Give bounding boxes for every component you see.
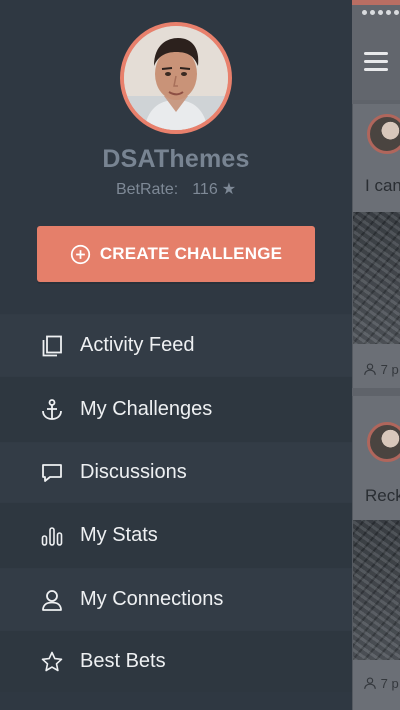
create-challenge-button[interactable]: CREATE CHALLENGE [37,226,315,282]
sidebar-item-my-connections[interactable]: My Connections [0,568,352,630]
user-icon [42,589,62,611]
star-icon [41,651,63,671]
anchor-icon [42,398,62,420]
card-avatar [367,114,400,154]
sidebar-item-label: Best Bets [80,650,166,672]
feed-header [352,0,400,100]
feed-card[interactable]: Reck 7 p [352,396,400,710]
sidebar-drawer: DSAThemes BetRate: 116 ★ CREATE CHALLENGE … [0,0,352,710]
bet-rate: BetRate: 116 ★ [0,179,352,199]
card-footer-text: 7 p [380,676,399,691]
chat-bubble-icon [42,463,62,482]
sidebar-item-my-challenges[interactable]: My Challenges [0,376,352,442]
card-text: Reck [365,486,400,505]
sidebar-item-label: Discussions [80,461,187,483]
sidebar-item-discussions[interactable]: Discussions [0,442,352,502]
status-dots [362,10,400,16]
sidebar-item-label: My Challenges [80,398,213,420]
card-image [353,212,400,344]
bet-rate-label: BetRate: [115,181,179,198]
plus-circle-icon [70,244,90,264]
avatar[interactable] [120,22,232,134]
background-feed: I can 7 p Reck 7 p [352,0,400,710]
user-icon [364,677,376,689]
card-footer-text: 7 p [380,362,399,377]
sidebar-item-label: My Stats [80,524,158,546]
card-footer: 7 p [363,362,399,377]
star-icon: ★ [221,181,237,198]
sidebar-item-my-stats[interactable]: My Stats [0,502,352,568]
feed-header-accent [352,0,400,5]
hamburger-menu-icon[interactable] [364,52,388,72]
user-name: DSAThemes [102,145,250,173]
sidebar-item-label: My Connections [80,588,224,610]
feed-card[interactable]: I can 7 p [352,104,400,388]
sidebar-item-best-bets[interactable]: Best Bets [0,630,352,692]
card-avatar [367,422,400,462]
card-image [353,520,400,660]
card-text: I can [365,176,400,195]
card-footer: 7 p [363,676,399,691]
sidebar-item-label: Activity Feed [80,334,195,356]
sidebar-item-activity-feed[interactable]: Activity Feed [0,314,352,376]
bet-rate-value: 116 [192,181,218,198]
create-challenge-label: CREATE CHALLENGE [99,244,283,263]
sidebar-menu: Activity Feed My Challenges Discussions [0,314,352,692]
user-icon [364,363,376,375]
copy-icon [42,335,62,356]
bar-chart-icon [41,526,63,546]
profile-section: DSAThemes BetRate: 116 ★ CREATE CHALLENGE [0,0,352,314]
profile-photo [124,26,228,130]
